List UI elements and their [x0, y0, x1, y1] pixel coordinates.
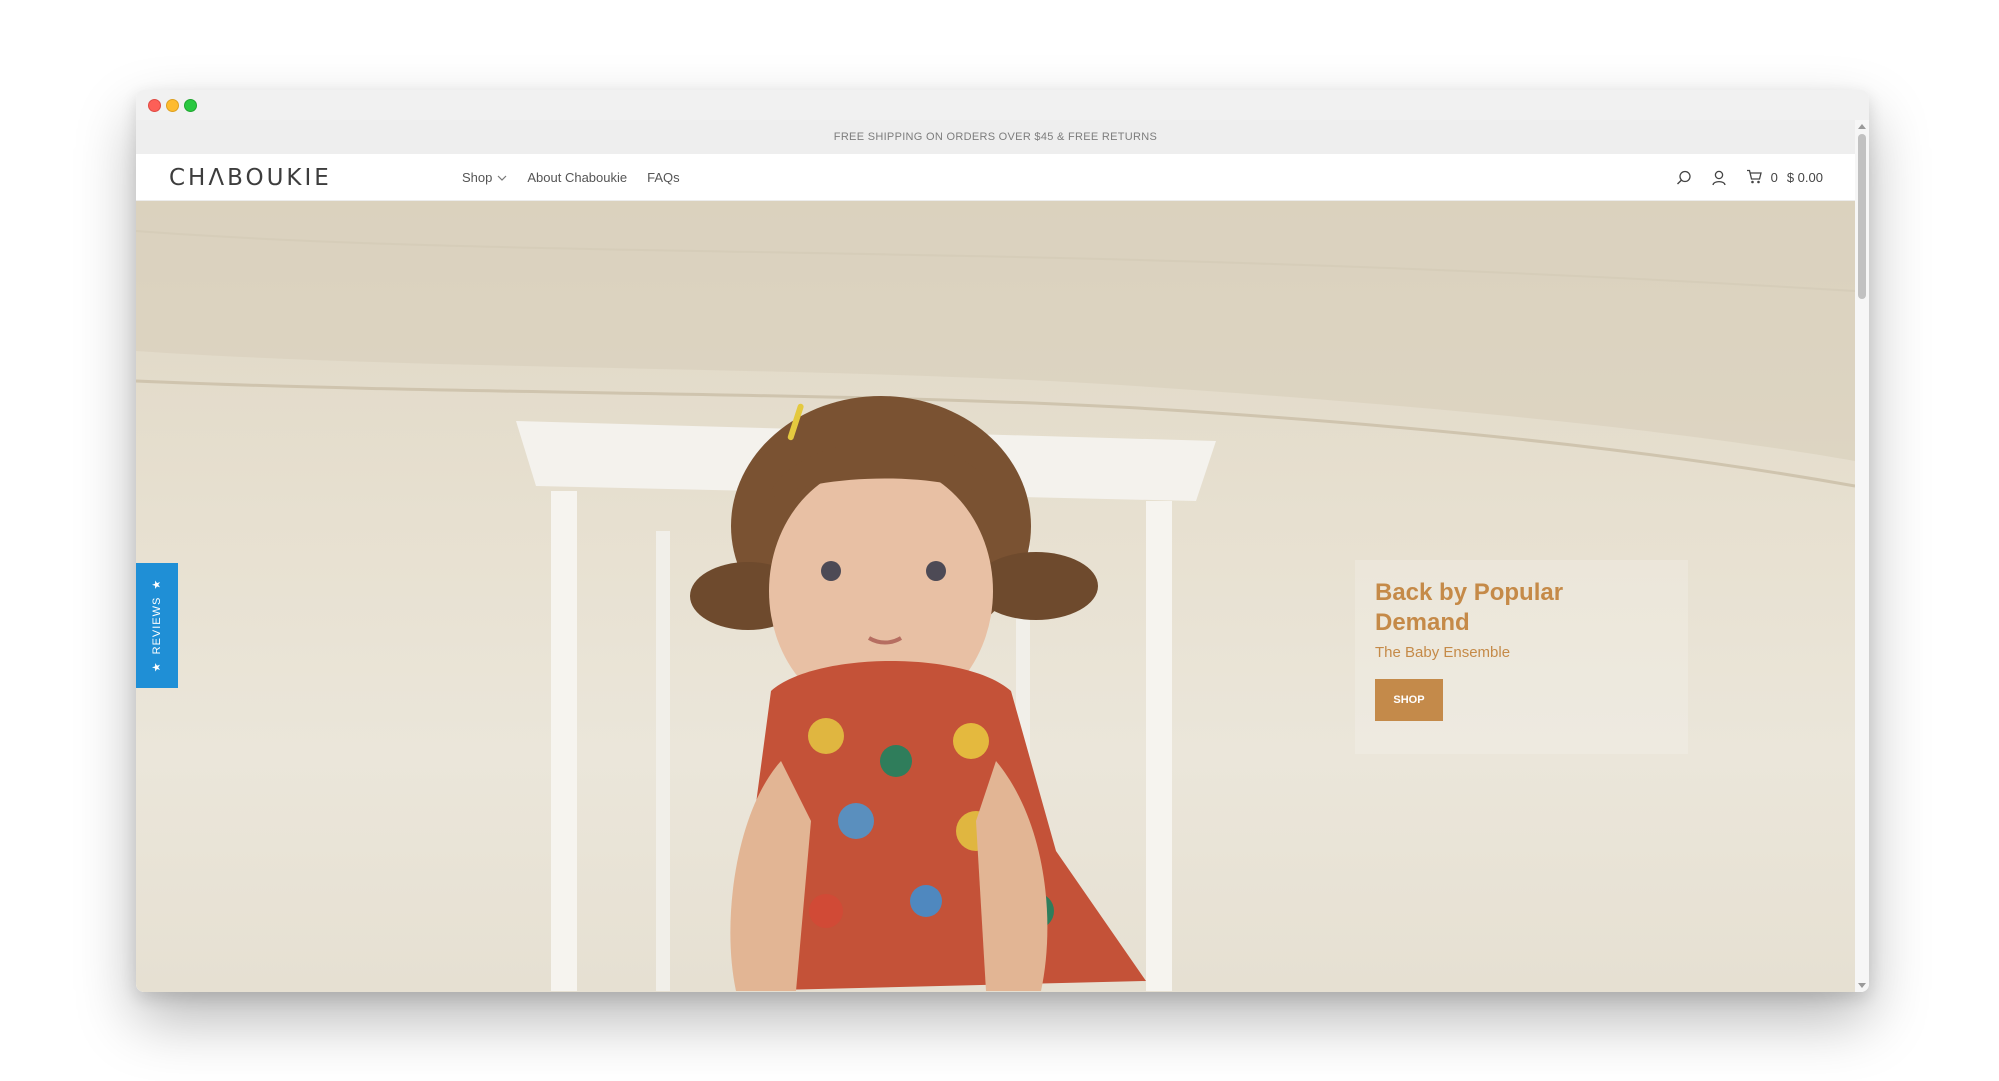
- main-nav: Shop About Chaboukie FAQs: [462, 154, 680, 201]
- site-logo[interactable]: CHΛBOUKIE: [169, 165, 332, 191]
- nav-item-label: About Chaboukie: [527, 170, 628, 185]
- account-icon[interactable]: [1711, 170, 1726, 186]
- page-viewport: FREE SHIPPING ON ORDERS OVER $45 & FREE …: [136, 120, 1855, 992]
- announcement-bar: FREE SHIPPING ON ORDERS OVER $45 & FREE …: [136, 120, 1855, 154]
- page-scrollbar[interactable]: [1855, 120, 1869, 992]
- reviews-tab-label: REVIEWS: [151, 596, 164, 655]
- nav-item-faqs[interactable]: FAQs: [647, 170, 680, 185]
- zoom-window-button[interactable]: [184, 99, 197, 112]
- cart-button[interactable]: 0 $ 0.00: [1746, 169, 1823, 187]
- nav-item-about[interactable]: About Chaboukie: [527, 170, 627, 185]
- site-header: CHΛBOUKIE Shop About Chaboukie FAQs 0 $ …: [136, 154, 1855, 201]
- cart-count: 0: [1770, 170, 1778, 185]
- scroll-down-icon[interactable]: [1858, 983, 1866, 988]
- nav-item-label: Shop: [462, 170, 493, 185]
- hero-subtitle: The Baby Ensemble: [1375, 644, 1511, 661]
- hero-promo-card: Back by Popular Demand The Baby Ensemble…: [1355, 560, 1688, 754]
- hero-banner: ★ REVIEWS ★ Back by Popular Demand The B…: [136, 201, 1855, 992]
- star-icon: ★: [151, 578, 164, 590]
- cart-total: $ 0.00: [1786, 170, 1823, 185]
- browser-window: FREE SHIPPING ON ORDERS OVER $45 & FREE …: [136, 90, 1869, 992]
- hero-title: Back by Popular Demand: [1375, 579, 1564, 636]
- chevron-down-icon: [497, 175, 507, 181]
- minimize-window-button[interactable]: [166, 99, 179, 112]
- nav-item-shop[interactable]: Shop: [462, 170, 507, 185]
- star-icon: ★: [151, 661, 164, 673]
- scroll-up-icon[interactable]: [1858, 124, 1866, 129]
- cart-icon: [1746, 169, 1762, 187]
- announcement-text: FREE SHIPPING ON ORDERS OVER $45 & FREE …: [833, 131, 1158, 143]
- shop-button[interactable]: SHOP: [1375, 679, 1443, 721]
- close-window-button[interactable]: [148, 99, 161, 112]
- header-tools: 0 $ 0.00: [1676, 154, 1823, 201]
- window-titlebar: [136, 90, 1869, 120]
- scrollbar-thumb[interactable]: [1858, 134, 1866, 299]
- search-icon[interactable]: [1676, 170, 1692, 186]
- nav-item-label: FAQs: [647, 170, 680, 185]
- reviews-tab[interactable]: ★ REVIEWS ★: [136, 563, 178, 688]
